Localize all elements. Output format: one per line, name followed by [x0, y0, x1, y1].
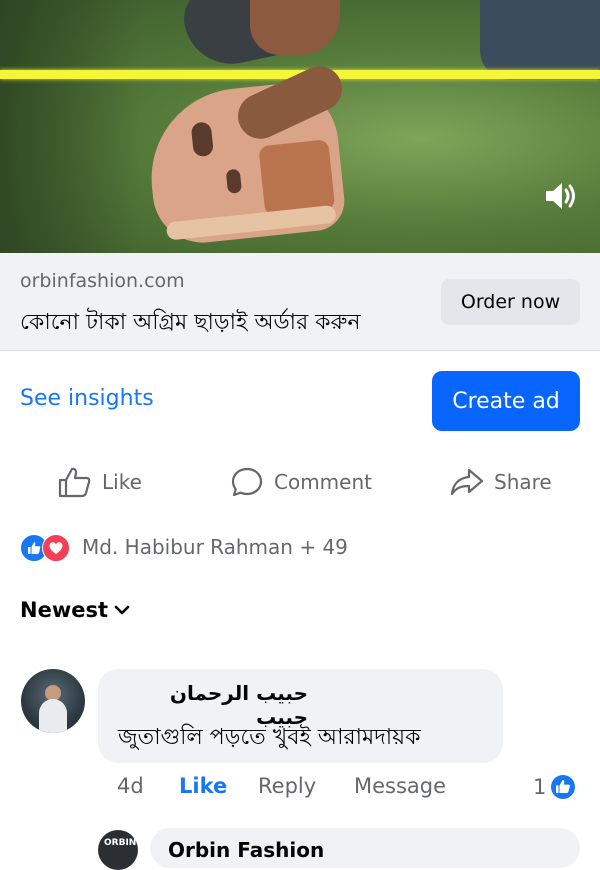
shoe-strap	[258, 139, 336, 217]
comment-sort-dropdown[interactable]: Newest	[20, 598, 130, 622]
comment-message-button[interactable]: Message	[354, 774, 446, 798]
avatar-body	[39, 699, 67, 733]
shoe-hole	[225, 168, 243, 194]
reply-avatar-text: ORBIN	[104, 838, 137, 848]
shoe-hole	[190, 121, 215, 158]
sound-toggle-button[interactable]	[543, 178, 581, 214]
reaction-icons	[20, 533, 74, 562]
share-arrow-icon	[450, 468, 484, 496]
video-hand	[250, 0, 340, 55]
love-reaction-icon	[42, 534, 70, 562]
shoe-sole	[165, 204, 337, 241]
link-domain: orbinfashion.com	[20, 270, 185, 292]
commenter-avatar[interactable]	[21, 669, 85, 733]
like-reaction-icon	[551, 775, 576, 799]
thumbs-up-icon	[58, 467, 91, 498]
see-insights-link[interactable]: See insights	[20, 386, 154, 411]
like-button[interactable]: Like	[58, 462, 142, 502]
reactions-summary[interactable]: Md. Habibur Rahman + 49	[20, 533, 348, 562]
chevron-down-icon	[114, 605, 130, 615]
comment-like-count[interactable]: 1	[533, 774, 576, 800]
comment-label: Comment	[274, 470, 372, 494]
create-ad-button[interactable]: Create ad	[432, 371, 580, 431]
comment-button[interactable]: Comment	[230, 462, 372, 502]
reactions-text: Md. Habibur Rahman + 49	[82, 535, 348, 559]
share-button[interactable]: Share	[450, 462, 552, 502]
comment-like-count-value: 1	[533, 775, 547, 799]
comment-text: জুতাগুলি পড়তে খুবই আরামদায়ক	[118, 725, 421, 750]
reply-avatar[interactable]: ORBIN	[98, 830, 138, 870]
order-now-button[interactable]: Order now	[441, 279, 580, 325]
video-jeans	[480, 0, 600, 80]
comment-like-button[interactable]: Like	[179, 774, 227, 798]
reply-author[interactable]: Orbin Fashion	[168, 838, 324, 862]
link-headline[interactable]: কোনো টাকা অগ্রিম ছাড়াই অর্ডার করুন	[20, 305, 361, 342]
comment-age: 4d	[117, 774, 144, 798]
speaker-icon	[546, 183, 575, 209]
like-label: Like	[102, 470, 142, 494]
sort-label: Newest	[20, 598, 108, 622]
video-shadow	[0, 0, 140, 253]
comment-bubble-icon	[231, 467, 263, 497]
ad-video[interactable]	[0, 0, 600, 253]
comment-reply-button[interactable]: Reply	[258, 774, 316, 798]
share-label: Share	[494, 470, 552, 494]
